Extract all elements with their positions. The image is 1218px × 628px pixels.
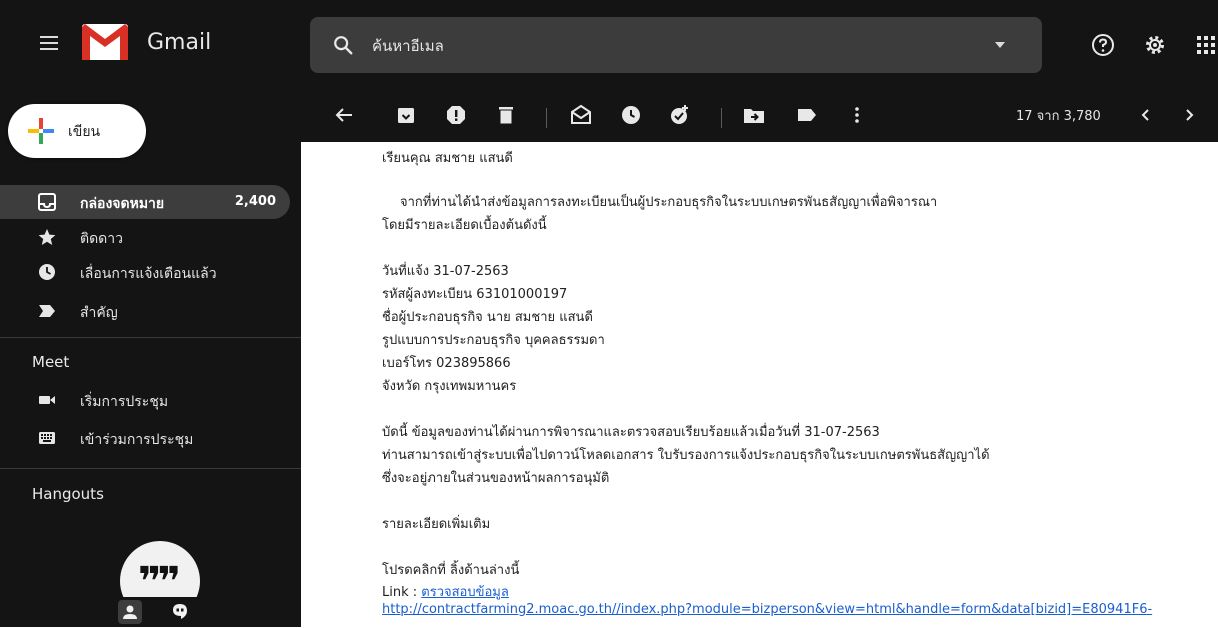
contractfarming-url-link[interactable]: http://contractfarming2.moac.go.th//inde… — [382, 602, 1152, 617]
hangouts-tabs — [0, 597, 301, 627]
archive-icon[interactable] — [394, 103, 418, 127]
toolbar-separator — [546, 108, 547, 128]
hangouts-section-title: Hangouts — [32, 485, 104, 503]
meet-section-title: Meet — [32, 353, 70, 371]
sidebar-item-label: เข้าร่วมการประชุม — [80, 432, 194, 448]
sidebar-divider — [0, 337, 301, 338]
important-icon — [39, 305, 55, 317]
move-to-folder-icon[interactable] — [742, 103, 766, 127]
star-icon — [38, 229, 56, 245]
verify-info-link[interactable]: ตรวจสอบข้อมูล — [421, 585, 509, 600]
email-click-instruction: โปรดคลิกที่ ลิ้งด้านล่างนี้ — [382, 563, 520, 578]
inbox-icon — [38, 193, 56, 211]
person-icon — [123, 605, 137, 619]
sidebar-item-snoozed[interactable]: เลื่อนการแจ้งเตือนแล้ว — [0, 255, 290, 289]
sidebar-item-label: เริ่มการประชุม — [80, 394, 169, 410]
email-link-line: Link : ตรวจสอบข้อมูล — [382, 581, 509, 602]
label-icon[interactable] — [795, 103, 819, 127]
newer-chevron-left-icon[interactable] — [1134, 103, 1158, 127]
mark-unread-icon[interactable] — [569, 103, 593, 127]
hangouts-quote-icon: ❞❞ — [138, 559, 181, 605]
sidebar-item-starred[interactable]: ติดดาว — [0, 220, 290, 254]
email-province-line: จังหวัด กรุงเทพมหานคร — [382, 379, 517, 394]
sidebar-item-label: ติดดาว — [80, 231, 123, 247]
app-brand[interactable]: Gmail — [147, 30, 211, 55]
search-icon[interactable] — [332, 34, 354, 56]
sidebar-divider — [0, 468, 301, 469]
sidebar-item-label: สำคัญ — [80, 305, 118, 321]
report-spam-icon[interactable] — [444, 103, 468, 127]
older-chevron-right-icon[interactable] — [1177, 103, 1201, 127]
sidebar-item-new-meeting[interactable]: เริ่มการประชุม — [0, 383, 290, 417]
link-prefix: Link : — [382, 585, 422, 600]
apps-grid-icon[interactable] — [1194, 33, 1218, 57]
pager-count: 17 จาก 3,780 — [1016, 109, 1101, 124]
delete-icon[interactable] — [494, 103, 518, 127]
email-body-line-1: บัดนี้ ข้อมูลของท่านได้ผ่านการพิจารณาและ… — [382, 425, 880, 440]
chat-bubble-icon — [173, 604, 187, 619]
clock-icon — [39, 264, 55, 280]
email-body-line-2: ท่านสามารถเข้าสู่ระบบเพื่อไปดาวน์โหลดเอก… — [382, 448, 990, 463]
email-greeting: เรียนคุณ สมชาย แสนดี — [382, 151, 513, 166]
keyboard-icon — [39, 432, 55, 444]
conversations-tab[interactable] — [168, 600, 192, 624]
unread-count: 2,400 — [234, 194, 276, 209]
more-options-icon[interactable] — [845, 103, 869, 127]
email-date-line: วันที่แจ้ง 31-07-2563 — [382, 264, 509, 279]
email-url-line: http://contractfarming2.moac.go.th//inde… — [382, 602, 1152, 617]
email-body-line-3: ซึ่งจะอยู่ภายในส่วนของหน้าผลการอนุมัติ — [382, 471, 610, 486]
sidebar-item-label: เลื่อนการแจ้งเตือนแล้ว — [80, 266, 217, 282]
email-phone-line: เบอร์โทร 023895866 — [382, 356, 511, 371]
back-arrow-icon[interactable] — [332, 103, 356, 127]
sidebar-item-important[interactable]: สำคัญ — [0, 294, 290, 328]
add-to-tasks-icon[interactable] — [668, 103, 692, 127]
email-intro-line-2: โดยมีรายละเอียดเบื้องต้นดังนี้ — [382, 218, 547, 233]
compose-plus-icon — [28, 118, 54, 144]
email-type-line: รูปแบบการประกอบธุรกิจ บุคคลธรรมดา — [382, 333, 605, 348]
search-input[interactable]: ค้นหาอีเมล — [372, 34, 444, 58]
search-options-icon[interactable] — [995, 42, 1005, 48]
gmail-logo-icon[interactable] — [82, 24, 128, 60]
email-more-details: รายละเอียดเพิ่มเติม — [382, 517, 491, 532]
sidebar-item-join-meeting[interactable]: เข้าร่วมการประชุม — [0, 421, 290, 455]
search-bar[interactable]: ค้นหาอีเมล — [310, 17, 1042, 73]
sidebar-item-inbox[interactable]: กล่องจดหมาย 2,400 — [0, 185, 290, 219]
sidebar-item-label: กล่องจดหมาย — [80, 196, 165, 212]
top-bar: Gmail ค้นหาอีเมล — [0, 0, 1218, 86]
compose-button[interactable]: เขียน — [8, 104, 146, 158]
email-intro-line-1: จากที่ท่านได้นำส่งข้อมูลการลงทะเบียนเป็น… — [400, 195, 938, 210]
snooze-clock-icon[interactable] — [619, 103, 643, 127]
email-name-line: ชื่อผู้ประกอบธุรกิจ นาย สมชาย แสนดี — [382, 310, 593, 325]
compose-label: เขียน — [68, 124, 101, 140]
toolbar-separator — [721, 108, 722, 128]
video-icon — [39, 396, 55, 404]
main-menu-icon[interactable] — [40, 36, 58, 50]
settings-gear-icon[interactable] — [1143, 33, 1167, 57]
email-registration-line: รหัสผู้ลงทะเบียน 63101000197 — [382, 287, 568, 302]
contacts-tab[interactable] — [118, 600, 142, 624]
help-icon[interactable] — [1091, 33, 1115, 57]
